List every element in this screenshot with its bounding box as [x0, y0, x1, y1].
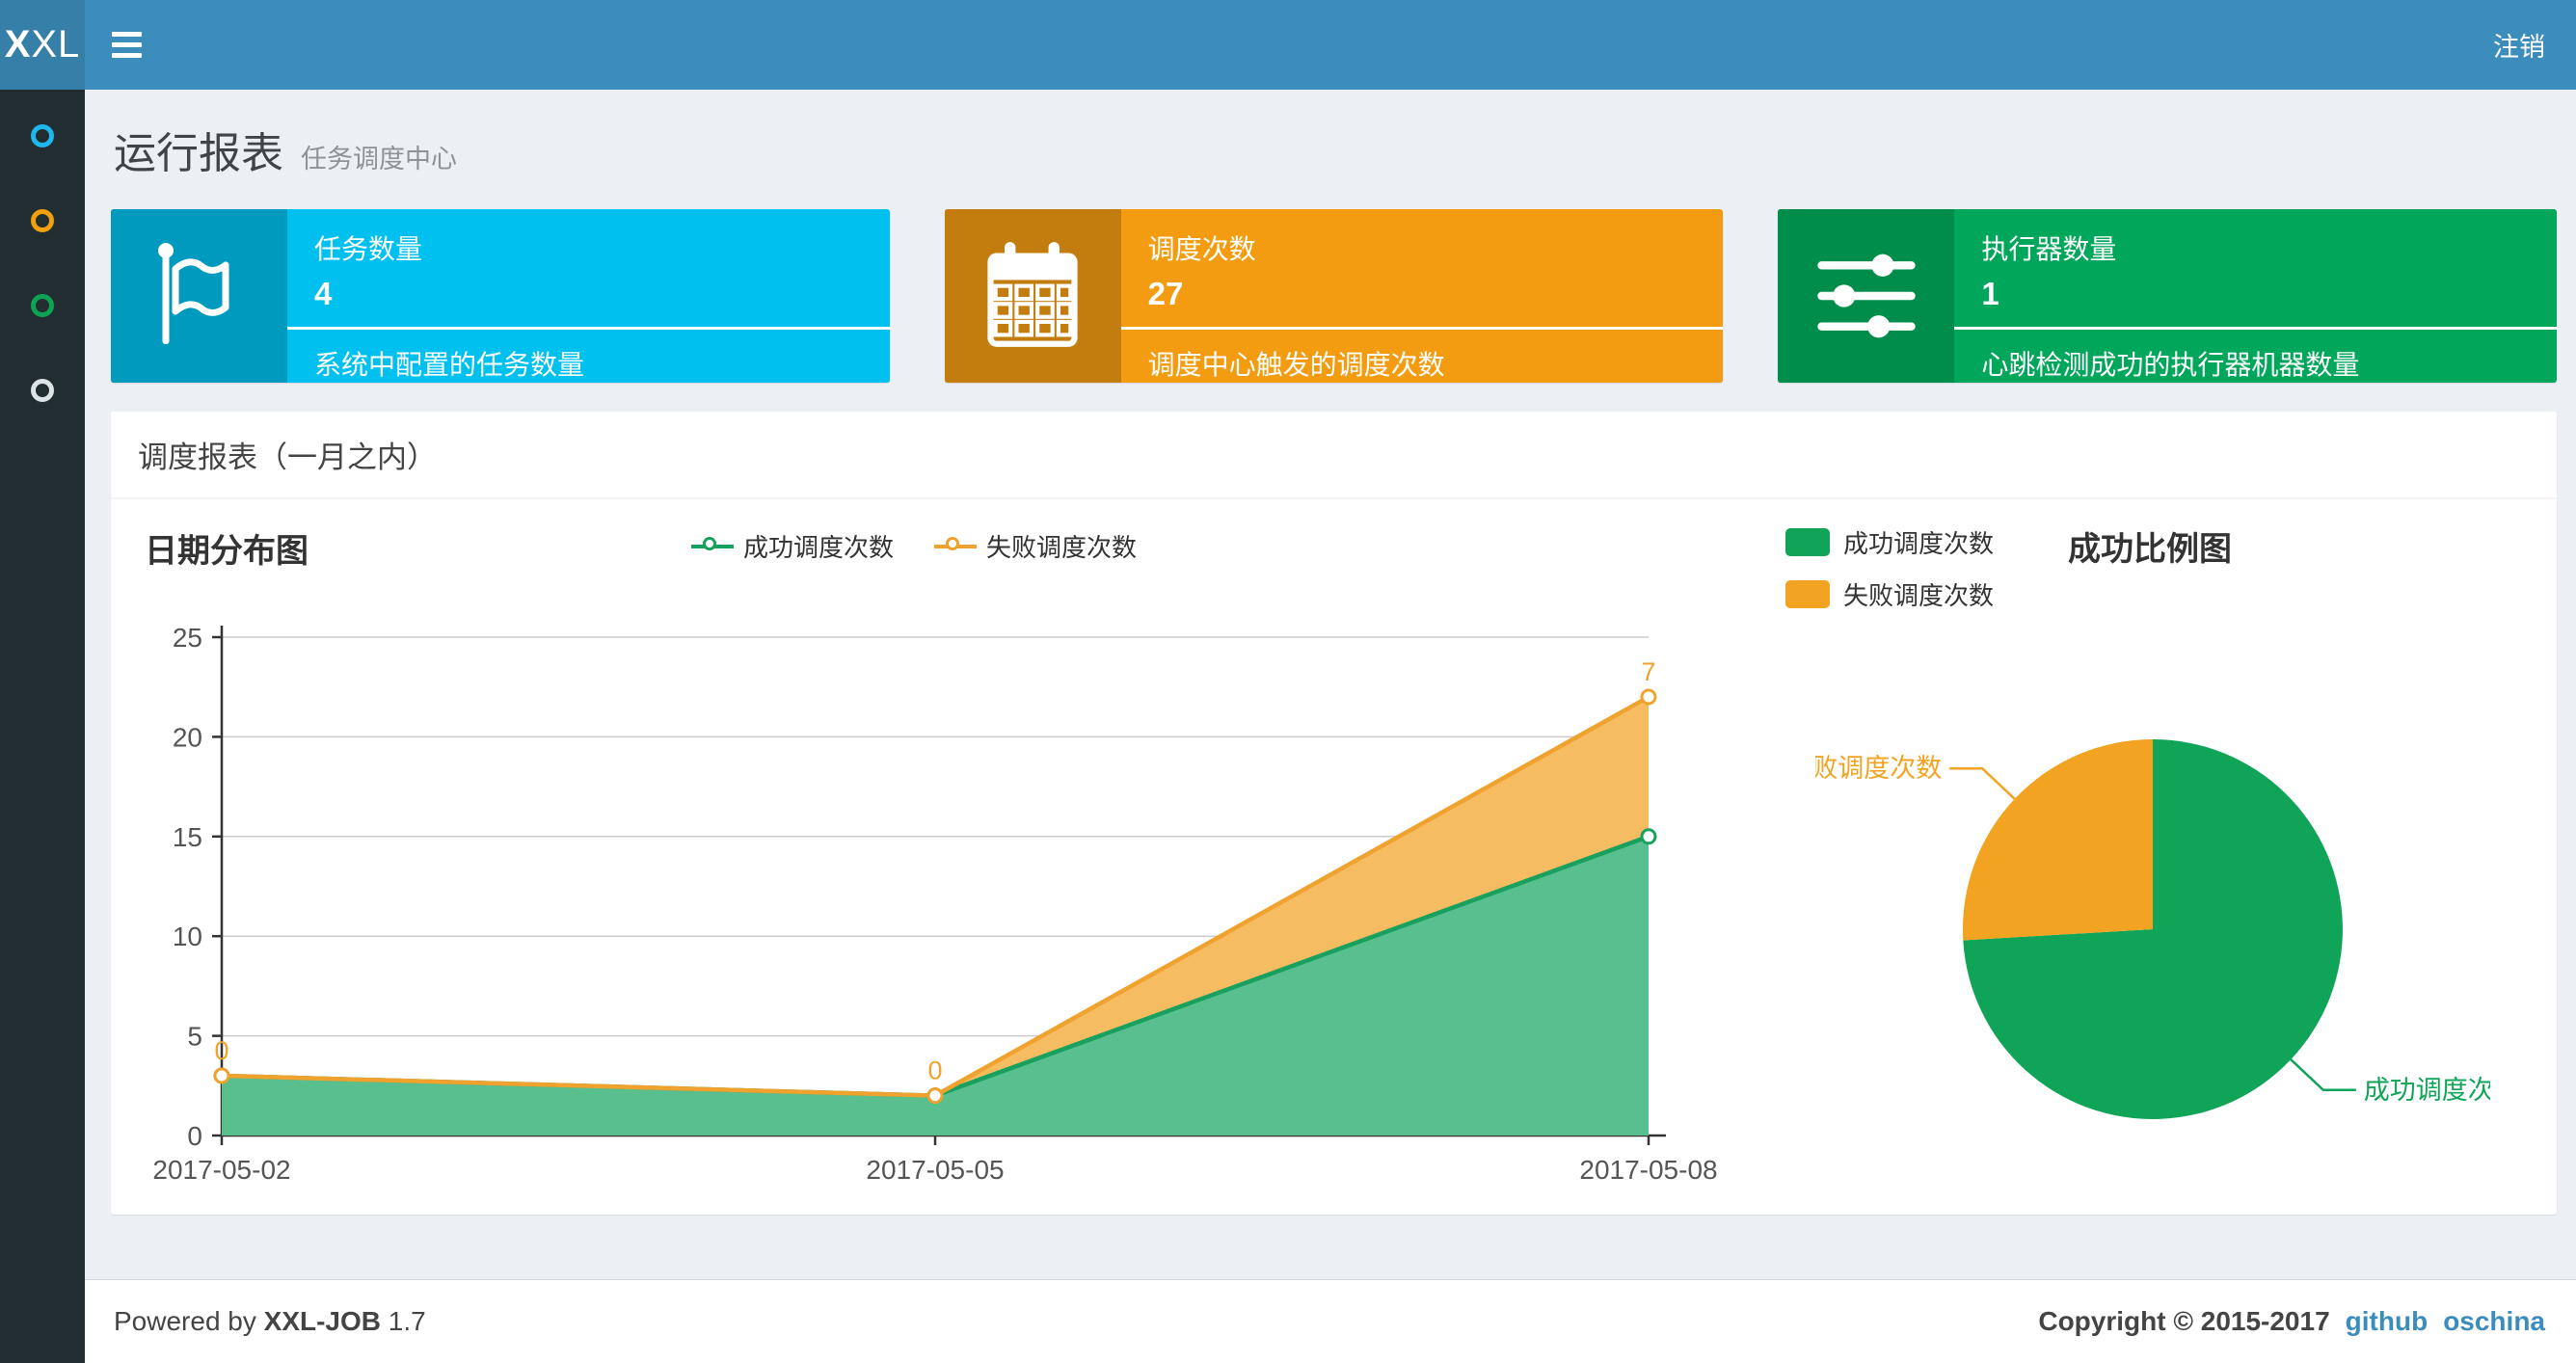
app-root: X XL 注销 运行报表 任务调度中心 任务数量 4 系统中配置的任务数量 调度… — [0, 0, 2576, 1363]
legend-item-success[interactable]: 成功调度次数 — [1785, 524, 1994, 560]
stat-cards-row: 任务数量 4 系统中配置的任务数量 调度次数 27 调度中心触发的调度次数 执行… — [85, 180, 2576, 383]
top-navbar: X XL 注销 — [0, 0, 2576, 90]
circle-icon — [31, 209, 54, 232]
divider — [287, 327, 890, 330]
powered-version: 1.7 — [388, 1306, 426, 1336]
line-chart-title: 日期分布图 — [145, 533, 309, 570]
stat-card-jobs: 任务数量 4 系统中配置的任务数量 — [111, 209, 890, 383]
page-subtitle: 任务调度中心 — [301, 145, 457, 174]
stat-card-value: 27 — [1147, 276, 1184, 311]
page-title: 运行报表 任务调度中心 — [114, 119, 2557, 180]
oschina-link[interactable]: oschina — [2443, 1306, 2545, 1337]
svg-text:成功调度次数: 成功调度次数 — [2364, 1076, 2490, 1105]
hamburger-icon — [112, 32, 142, 37]
svg-text:10: 10 — [173, 922, 202, 951]
svg-text:0: 0 — [927, 1056, 942, 1085]
line-circle-marker-icon — [691, 536, 734, 554]
legend-label: 成功调度次数 — [743, 533, 895, 562]
success-ratio-chart: 成功调度次数 失败调度次数 — [1815, 739, 2490, 1119]
powered-brand: XXL-JOB — [263, 1306, 382, 1336]
stat-card-description: 系统中配置的任务数量 — [314, 350, 585, 380]
report-panel: 调度报表（一月之内） 日期分布图 成功调度次数 失败调度次数 0 5 10 15 20 2… — [111, 412, 2557, 1215]
svg-text:0: 0 — [187, 1121, 202, 1151]
main-content: 运行报表 任务调度中心 任务数量 4 系统中配置的任务数量 调度次数 27 调度… — [85, 90, 2576, 1215]
logout-link[interactable]: 注销 — [2493, 26, 2545, 64]
date-distribution-chart: 05101520252017-05-02 2017-05-05 2017-05-08… — [152, 623, 1717, 1185]
svg-text:20: 20 — [173, 722, 202, 752]
svg-text:2017-05-05: 2017-05-05 — [866, 1155, 1004, 1185]
legend-item-fail[interactable]: 失败调度次数 — [934, 528, 1137, 564]
line-circle-marker-icon — [934, 536, 978, 554]
legend-label: 失败调度次数 — [986, 533, 1138, 562]
logo-rest-text: XL — [31, 23, 81, 66]
powered-prefix: Powered by — [114, 1306, 256, 1336]
github-link[interactable]: github — [2346, 1306, 2428, 1337]
pie-chart-title: 成功比例图 — [2068, 531, 2232, 568]
legend-item-success[interactable]: 成功调度次数 — [691, 528, 894, 564]
sidebar-item-2[interactable] — [0, 178, 85, 263]
logo-bold-text: X — [4, 23, 32, 66]
footer-right: Copyright © 2015-2017 github oschina — [2038, 1306, 2545, 1337]
stat-card-executors: 执行器数量 1 心跳检测成功的执行器机器数量 — [1778, 209, 2558, 383]
circle-icon — [31, 124, 54, 147]
stat-card-description: 调度中心触发的调度次数 — [1147, 350, 1445, 380]
powered-by-text: Powered by XXL-JOB 1.7 — [114, 1306, 426, 1337]
swatch-icon — [1785, 528, 1830, 556]
copyright-text: Copyright © 2015-2017 — [2038, 1306, 2330, 1336]
page-title-text: 运行报表 — [114, 130, 283, 177]
divider — [1120, 327, 1724, 330]
circle-icon — [31, 379, 54, 402]
report-panel-title: 调度报表（一月之内） — [111, 412, 2557, 499]
sidebar-toggle-button[interactable] — [112, 16, 170, 74]
stat-card-label: 任务数量 — [314, 234, 423, 264]
sidebar-item-3[interactable] — [0, 263, 85, 348]
sidebar — [0, 90, 85, 1363]
svg-text:7: 7 — [1641, 657, 1655, 686]
navbar-body: 注销 — [85, 0, 2576, 90]
stat-card-label: 调度次数 — [1147, 234, 1256, 264]
main-footer: Powered by XXL-JOB 1.7 Copyright © 2015-… — [85, 1279, 2576, 1363]
svg-text:25: 25 — [173, 623, 202, 653]
svg-text:2017-05-08: 2017-05-08 — [1579, 1155, 1717, 1185]
stat-card-body: 执行器数量 1 心跳检测成功的执行器机器数量 — [1954, 209, 2558, 383]
flag-icon — [111, 209, 287, 383]
svg-text:失败调度次数: 失败调度次数 — [1815, 754, 1942, 783]
divider — [1954, 327, 2558, 330]
app-logo[interactable]: X XL — [0, 0, 85, 90]
svg-text:15: 15 — [173, 822, 202, 852]
svg-text:5: 5 — [187, 1022, 202, 1052]
svg-text:2017-05-02: 2017-05-02 — [152, 1155, 290, 1185]
legend-label: 成功调度次数 — [1843, 529, 1995, 558]
stat-card-description: 心跳检测成功的执行器机器数量 — [1981, 350, 2360, 380]
content-header: 运行报表 任务调度中心 — [85, 90, 2576, 180]
sidebar-item-4[interactable] — [0, 348, 85, 433]
report-panel-body: 日期分布图 成功调度次数 失败调度次数 0 5 10 15 20 25 2017-05-02… — [111, 499, 2557, 1215]
svg-text:0: 0 — [214, 1036, 228, 1065]
stat-card-label: 执行器数量 — [1981, 234, 2117, 264]
stat-card-value: 1 — [1981, 276, 1999, 311]
circle-icon — [31, 294, 54, 317]
calendar-icon — [944, 209, 1121, 383]
sliders-icon — [1778, 209, 1955, 383]
sidebar-item-1[interactable] — [0, 94, 85, 178]
stat-card-value: 4 — [314, 276, 333, 311]
line-chart-legend: 成功调度次数 失败调度次数 — [691, 528, 1137, 564]
stat-card-triggers: 调度次数 27 调度中心触发的调度次数 — [944, 209, 1724, 383]
stat-card-body: 调度次数 27 调度中心触发的调度次数 — [1120, 209, 1724, 383]
stat-card-body: 任务数量 4 系统中配置的任务数量 — [287, 209, 890, 383]
